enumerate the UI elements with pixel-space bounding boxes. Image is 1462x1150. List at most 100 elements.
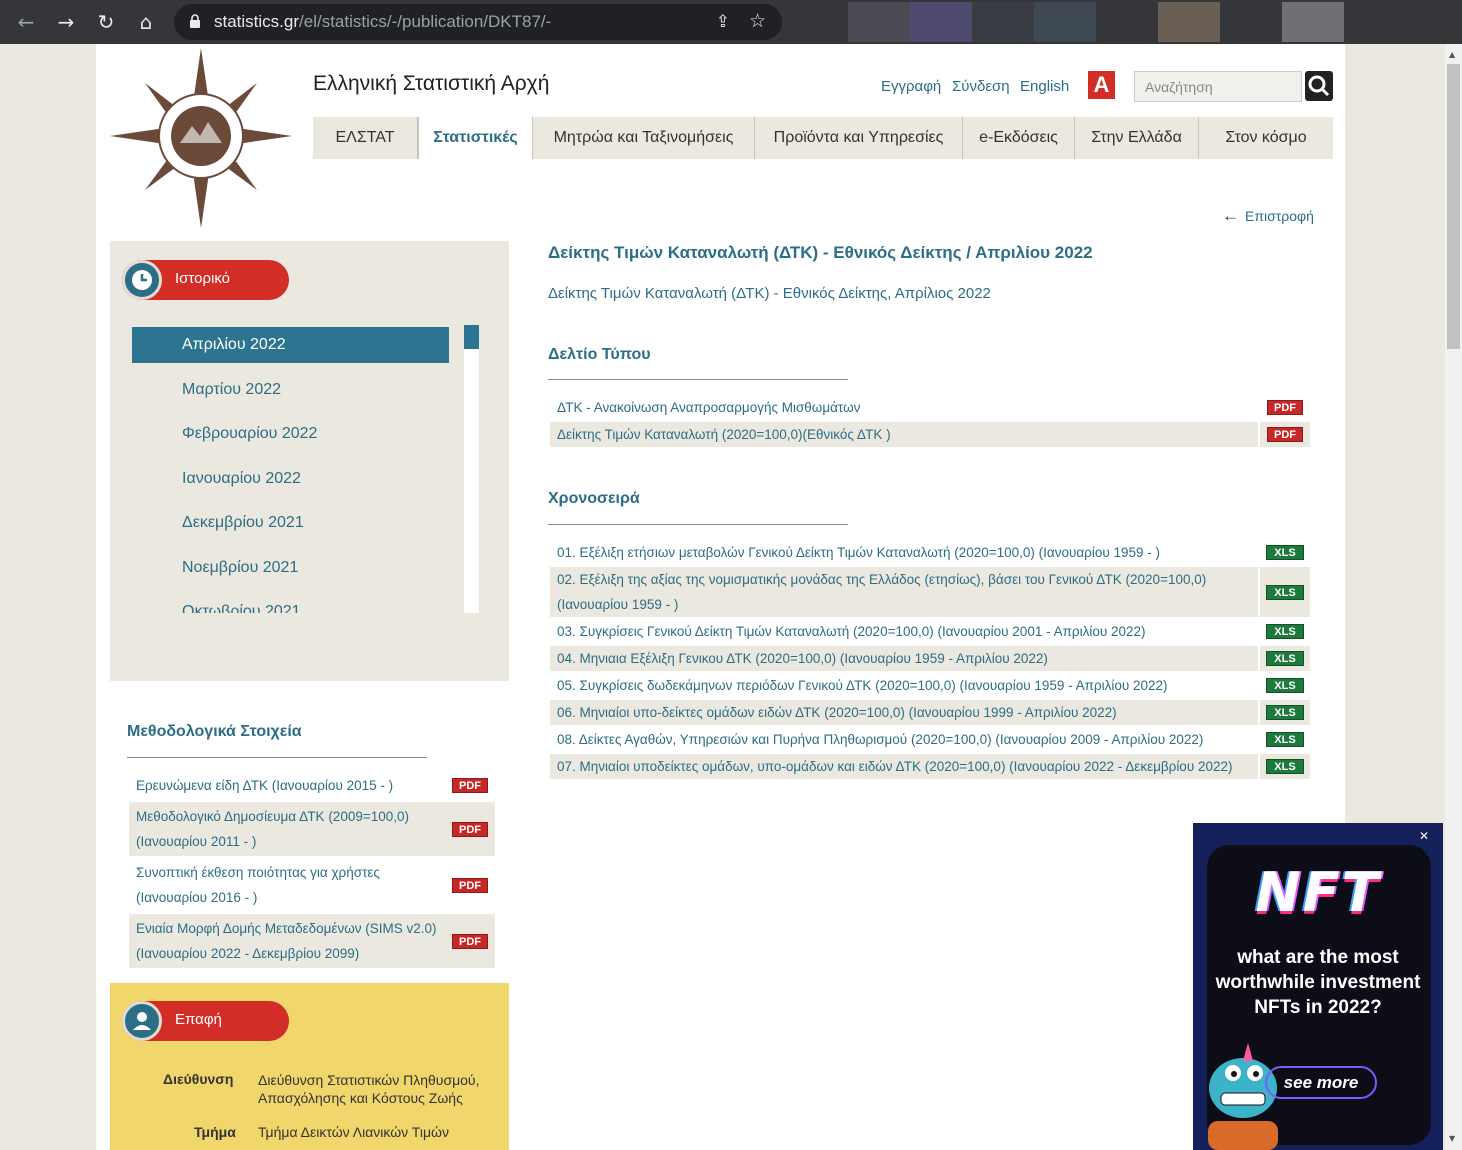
table-row: 02. Εξέλιξη της αξίας της νομισματικής μ…: [550, 567, 1310, 617]
url-text: statistics.gr/el/statistics/-/publicatio…: [214, 12, 552, 31]
pdf-icon[interactable]: PDF: [452, 933, 488, 949]
history-scrollbar[interactable]: [464, 325, 479, 613]
xls-icon[interactable]: XLS: [1266, 678, 1304, 693]
extension-icon[interactable]: [848, 2, 910, 42]
document-link[interactable]: 03. Συγκρίσεις Γενικού Δείκτη Τιμών Κατα…: [550, 619, 1258, 644]
history-title: Ιστορικό: [175, 270, 231, 287]
bookmark-star-icon[interactable]: ☆: [749, 10, 766, 32]
xls-icon[interactable]: XLS: [1266, 651, 1304, 666]
pdf-icon[interactable]: PDF: [1267, 427, 1303, 442]
ad-cta-button[interactable]: see more: [1265, 1066, 1377, 1099]
page-scrollbar[interactable]: ▲ ▼: [1445, 44, 1462, 1150]
contact-value: Διεύθυνση Στατιστικών Πληθυσμού, Απασχόλ…: [258, 1072, 480, 1106]
history-item[interactable]: Νοεμβρίου 2021: [132, 550, 449, 595]
document-link[interactable]: Συνοπτική έκθεση ποιότητας για χρήστες (…: [129, 858, 445, 912]
history-scrollbar-thumb[interactable]: [464, 325, 479, 349]
elstat-logo[interactable]: [110, 48, 292, 228]
time-series-title: Χρονοσειρά: [548, 490, 640, 507]
history-item[interactable]: Απριλίου 2022: [132, 327, 449, 363]
document-link[interactable]: Δείκτης Τιμών Καταναλωτή (2020=100,0)(Εθ…: [550, 422, 1258, 447]
document-link[interactable]: 06. Μηνιαίοι υπο-δείκτες ομάδων ειδών ΔΤ…: [550, 700, 1258, 725]
home-icon[interactable]: ⌂: [134, 10, 158, 34]
table-row: 03. Συγκρίσεις Γενικού Δείκτη Τιμών Κατα…: [550, 619, 1310, 644]
page-scrollbar-thumb[interactable]: [1447, 64, 1460, 349]
site-title[interactable]: Ελληνική Στατιστική Αρχή: [313, 72, 549, 96]
divider: [548, 379, 848, 380]
pdf-icon[interactable]: PDF: [452, 821, 488, 837]
history-item[interactable]: Ιανουαρίου 2022: [132, 461, 449, 506]
xls-icon[interactable]: XLS: [1266, 732, 1304, 747]
history-item[interactable]: Μαρτίου 2022: [132, 372, 449, 417]
document-link[interactable]: 01. Εξέλιξη ετήσιων μεταβολών Γενικού Δε…: [550, 540, 1258, 565]
ad-headline: NFT: [1255, 861, 1381, 924]
history-panel: Ιστορικό Απριλίου 2022 Μαρτίου 2022 Φεβρ…: [110, 241, 509, 681]
share-icon[interactable]: ⇪: [716, 12, 730, 32]
document-link[interactable]: 04. Μηνιαια Εξέλιξη Γενικου ΔΤΚ (2020=10…: [550, 646, 1258, 671]
history-header: Ιστορικό: [122, 260, 289, 300]
pdf-icon[interactable]: PDF: [1267, 400, 1303, 415]
xls-icon[interactable]: XLS: [1266, 624, 1304, 639]
xls-icon[interactable]: XLS: [1266, 705, 1304, 720]
address-bar[interactable]: statistics.gr/el/statistics/-/publicatio…: [174, 4, 782, 40]
clock-icon: [122, 260, 162, 300]
xls-icon[interactable]: XLS: [1266, 545, 1304, 560]
page-title: Δείκτης Τιμών Καταναλωτή (ΔΤΚ) - Εθνικός…: [548, 243, 1093, 262]
xls-icon[interactable]: XLS: [1266, 584, 1304, 600]
search-button[interactable]: [1305, 71, 1333, 101]
back-arrow-icon[interactable]: ←: [14, 10, 38, 34]
back-link[interactable]: ← Επιστροφή: [1222, 206, 1314, 226]
extension-icon[interactable]: [1158, 2, 1220, 42]
login-link[interactable]: Σύνδεση: [952, 78, 1010, 95]
back-arrow-icon: ←: [1222, 206, 1239, 225]
reload-icon[interactable]: ↻: [94, 10, 118, 34]
page-subtitle: Δείκτης Τιμών Καταναλωτή (ΔΤΚ) - Εθνικός…: [548, 285, 991, 302]
document-link[interactable]: ΔΤΚ - Ανακοίνωση Αναπροσαρμογής Μισθωμάτ…: [550, 395, 1258, 420]
history-item[interactable]: Δεκεμβρίου 2021: [132, 505, 449, 550]
nav-item-registers[interactable]: Μητρώα και Ταξινομήσεις: [533, 117, 755, 159]
advertisement[interactable]: ✕ NFT what are the most worthwhile inves…: [1193, 823, 1443, 1150]
scroll-down-icon[interactable]: ▼: [1449, 1134, 1455, 1143]
search-input[interactable]: Αναζήτηση: [1134, 71, 1302, 102]
contact-panel: Επαφή Διεύθυνση Διεύθυνση Στατιστικών Πλ…: [110, 983, 509, 1150]
forward-arrow-icon[interactable]: →: [54, 10, 78, 34]
pdf-icon[interactable]: PDF: [452, 877, 488, 893]
list-item: Μεθοδολογικό Δημοσίευμα ΔΤΚ (2009=100,0)…: [129, 802, 495, 856]
extension-icon[interactable]: [910, 2, 972, 42]
extension-icon[interactable]: [972, 2, 1034, 42]
close-icon[interactable]: ✕: [1419, 829, 1429, 843]
xls-icon[interactable]: XLS: [1266, 759, 1304, 774]
accessibility-icon[interactable]: A: [1088, 71, 1115, 99]
contact-header: Επαφή: [122, 1001, 289, 1041]
history-list: Απριλίου 2022 Μαρτίου 2022 Φεβρουαρίου 2…: [132, 327, 449, 613]
nav-item-elstat[interactable]: ΕΛΣΤΑΤ: [313, 117, 418, 159]
history-item[interactable]: Οκτωβρίου 2021: [132, 594, 449, 613]
methodology-title: Μεθοδολογικά Στοιχεία: [127, 723, 302, 740]
contact-label: Τμήμα: [194, 1124, 236, 1140]
table-row: 06. Μηνιαίοι υπο-δείκτες ομάδων ειδών ΔΤ…: [550, 700, 1310, 725]
document-link[interactable]: 08. Δείκτες Αγαθών, Υπηρεσιών και Πυρήνα…: [550, 727, 1258, 752]
press-release-table: ΔΤΚ - Ανακοίνωση Αναπροσαρμογής Μισθωμάτ…: [550, 395, 1310, 449]
document-link[interactable]: Ερευνώμενα είδη ΔΤΚ (Ιανουαρίου 2015 - ): [129, 771, 445, 800]
pdf-icon[interactable]: PDF: [452, 778, 488, 793]
history-item[interactable]: Φεβρουαρίου 2022: [132, 416, 449, 461]
document-link[interactable]: 07. Μηνιαίοι υποδείκτες ομάδων, υπο-ομάδ…: [550, 754, 1258, 779]
nav-item-products[interactable]: Προϊόντα και Υπηρεσίες: [755, 117, 963, 159]
main-navigation: ΕΛΣΤΑΤ Στατιστικές Μητρώα και Ταξινομήσε…: [313, 117, 1333, 159]
scroll-up-icon[interactable]: ▲: [1449, 50, 1455, 59]
english-link[interactable]: English: [1020, 78, 1069, 95]
extension-icon[interactable]: [1282, 2, 1344, 42]
register-link[interactable]: Εγγραφή: [881, 78, 941, 95]
nav-item-statistics[interactable]: Στατιστικές: [418, 117, 533, 159]
document-link[interactable]: 02. Εξέλιξη της αξίας της νομισματικής μ…: [550, 567, 1258, 617]
table-row: 04. Μηνιαια Εξέλιξη Γενικου ΔΤΚ (2020=10…: [550, 646, 1310, 671]
lock-icon: [190, 14, 200, 28]
table-row: 07. Μηνιαίοι υποδείκτες ομάδων, υπο-ομάδ…: [550, 754, 1310, 779]
nav-item-world[interactable]: Στον κόσμο: [1199, 117, 1333, 159]
document-link[interactable]: 05. Συγκρίσεις δωδεκάμηνων περιόδων Γενι…: [550, 673, 1258, 698]
divider: [548, 524, 848, 525]
document-link[interactable]: Μεθοδολογικό Δημοσίευμα ΔΤΚ (2009=100,0)…: [129, 802, 445, 856]
nav-item-greece[interactable]: Στην Ελλάδα: [1075, 117, 1199, 159]
document-link[interactable]: Ενιαία Μορφή Δομής Μεταδεδομένων (SIMS v…: [129, 914, 445, 968]
extension-icon[interactable]: [1034, 2, 1096, 42]
nav-item-e-publications[interactable]: e-Εκδόσεις: [963, 117, 1075, 159]
